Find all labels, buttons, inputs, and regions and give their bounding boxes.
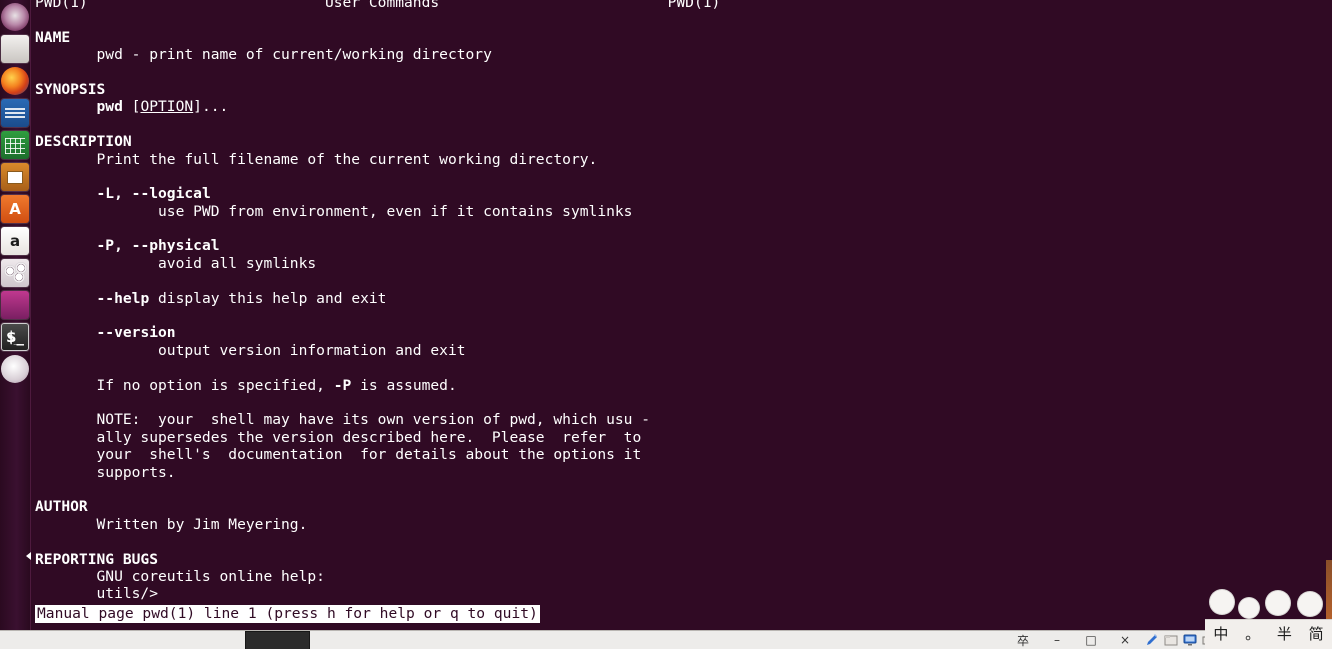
man-line-s_name: NAME [35, 28, 71, 46]
man-line-blank4 [35, 168, 720, 185]
man-line-blank9 [35, 394, 720, 411]
desktop-screen: PWD(1) User Commands PWD(1) NAME pwd - p… [0, 0, 1332, 649]
man-line-assumed: If no option is specified, -P is assumed… [35, 376, 457, 394]
man-line-opt_P: -P, --physical [96, 237, 220, 255]
running-app-indicator-icon [26, 552, 31, 560]
ime-mode-chinese[interactable]: 中 [1213, 627, 1228, 642]
man-line-blank8 [35, 359, 720, 376]
trash-icon[interactable] [1, 355, 29, 383]
ime-toolbar[interactable]: 中 。 半 简 [1205, 619, 1332, 649]
folder-tray-icon[interactable] [1161, 631, 1180, 649]
maximize-button[interactable]: □ [1074, 631, 1108, 649]
terminal-icon[interactable]: $_ $_ [1, 323, 29, 351]
close-button[interactable]: × [1108, 631, 1142, 649]
man-line-auth_1: Written by Jim Meyering. [35, 515, 308, 533]
ubuntu-software-center-icon-glyph: A [9, 199, 21, 218]
man-line-blank7 [35, 307, 720, 324]
man-line-note_3: your shell's documentation for details a… [35, 446, 642, 464]
ubuntu-software-center-icon[interactable]: A [1, 195, 29, 223]
man-page-content: PWD(1) User Commands PWD(1) NAME pwd - p… [35, 0, 720, 620]
ubuntu-dash-icon[interactable] [1, 3, 29, 31]
man-line-s_syn: SYNOPSIS [35, 80, 106, 98]
minimize-button[interactable]: – [1040, 631, 1074, 649]
man-line-blank11 [35, 533, 720, 550]
man-line-note_1: NOTE: your shell may have its own versio… [35, 411, 651, 429]
man-line-s_auth: AUTHOR [35, 498, 88, 516]
man-status-bar: Manual page pwd(1) line 1 (press h for h… [35, 605, 540, 623]
man-line-bugs_2: utils/> [35, 585, 159, 603]
amazon-icon[interactable]: a [1, 227, 29, 255]
libreoffice-writer-icon[interactable] [1, 99, 29, 127]
man-line-opt_L: -L, --logical [96, 185, 211, 203]
man-line-name_1: pwd - print name of current/working dire… [35, 46, 492, 64]
man-line-blank5 [35, 220, 720, 237]
ime-simplified[interactable]: 简 [1309, 627, 1324, 642]
man-line-blank6 [35, 272, 720, 289]
amazon-icon-glyph: a [9, 231, 21, 250]
unity-launcher[interactable]: Aa $_ $_ [0, 0, 31, 630]
firefox-icon[interactable] [1, 67, 29, 95]
system-settings-icon[interactable] [1, 259, 29, 287]
ubuntu-one-icon[interactable] [1, 291, 29, 319]
restore-button[interactable]: 卒 [1006, 631, 1040, 649]
taskbar-window-button[interactable] [245, 630, 310, 649]
man-line-bugs_1: GNU coreutils online help: [35, 567, 343, 585]
ime-panda-icon-1 [1209, 589, 1235, 615]
man-line-header: PWD(1) User Commands PWD(1) [35, 0, 721, 11]
bottom-taskbar[interactable]: 卒 – □ × [0, 630, 1332, 649]
ime-panda-icon-4 [1297, 591, 1323, 617]
man-line-opt_help: --help display this help and exit [96, 289, 387, 307]
man-line-blank2 [35, 64, 720, 81]
ime-punctuation[interactable]: 。 [1245, 627, 1260, 642]
man-line-s_desc: DESCRIPTION [35, 133, 132, 151]
man-line-desc_1: Print the full filename of the current w… [35, 150, 598, 168]
man-line-note_4: supports. [35, 463, 176, 481]
man-line-syn_1: pwd [OPTION]... [96, 98, 229, 116]
chinese-input-method-panel[interactable]: 中 。 半 简 [1205, 585, 1332, 649]
terminal-icon-glyph: $_ [6, 327, 24, 346]
terminal-window[interactable]: PWD(1) User Commands PWD(1) NAME pwd - p… [0, 0, 1332, 630]
man-line-blank1 [35, 11, 720, 28]
man-line-opt_ver_d: output version information and exit [35, 341, 466, 359]
ime-panda-icon-2 [1238, 597, 1260, 619]
man-line-blank10 [35, 481, 720, 498]
taskbar-window-list[interactable] [0, 630, 1006, 649]
man-line-note_2: ally supersedes the version described he… [35, 428, 642, 446]
ime-halfwidth[interactable]: 半 [1277, 627, 1292, 642]
man-line-opt_L_d: use PWD from environment, even if it con… [35, 202, 633, 220]
display-tray-icon[interactable] [1180, 631, 1199, 649]
libreoffice-calc-icon[interactable] [1, 131, 29, 159]
man-line-blank3 [35, 116, 720, 133]
pen-tray-icon[interactable] [1142, 631, 1161, 649]
man-line-opt_P_d: avoid all symlinks [35, 254, 317, 272]
man-line-opt_ver: --version [96, 324, 176, 342]
libreoffice-impress-icon[interactable] [1, 163, 29, 191]
files-icon[interactable] [1, 35, 29, 63]
man-line-s_bugs: REPORTING BUGS [35, 550, 159, 568]
ime-panda-icon-3 [1265, 590, 1291, 616]
